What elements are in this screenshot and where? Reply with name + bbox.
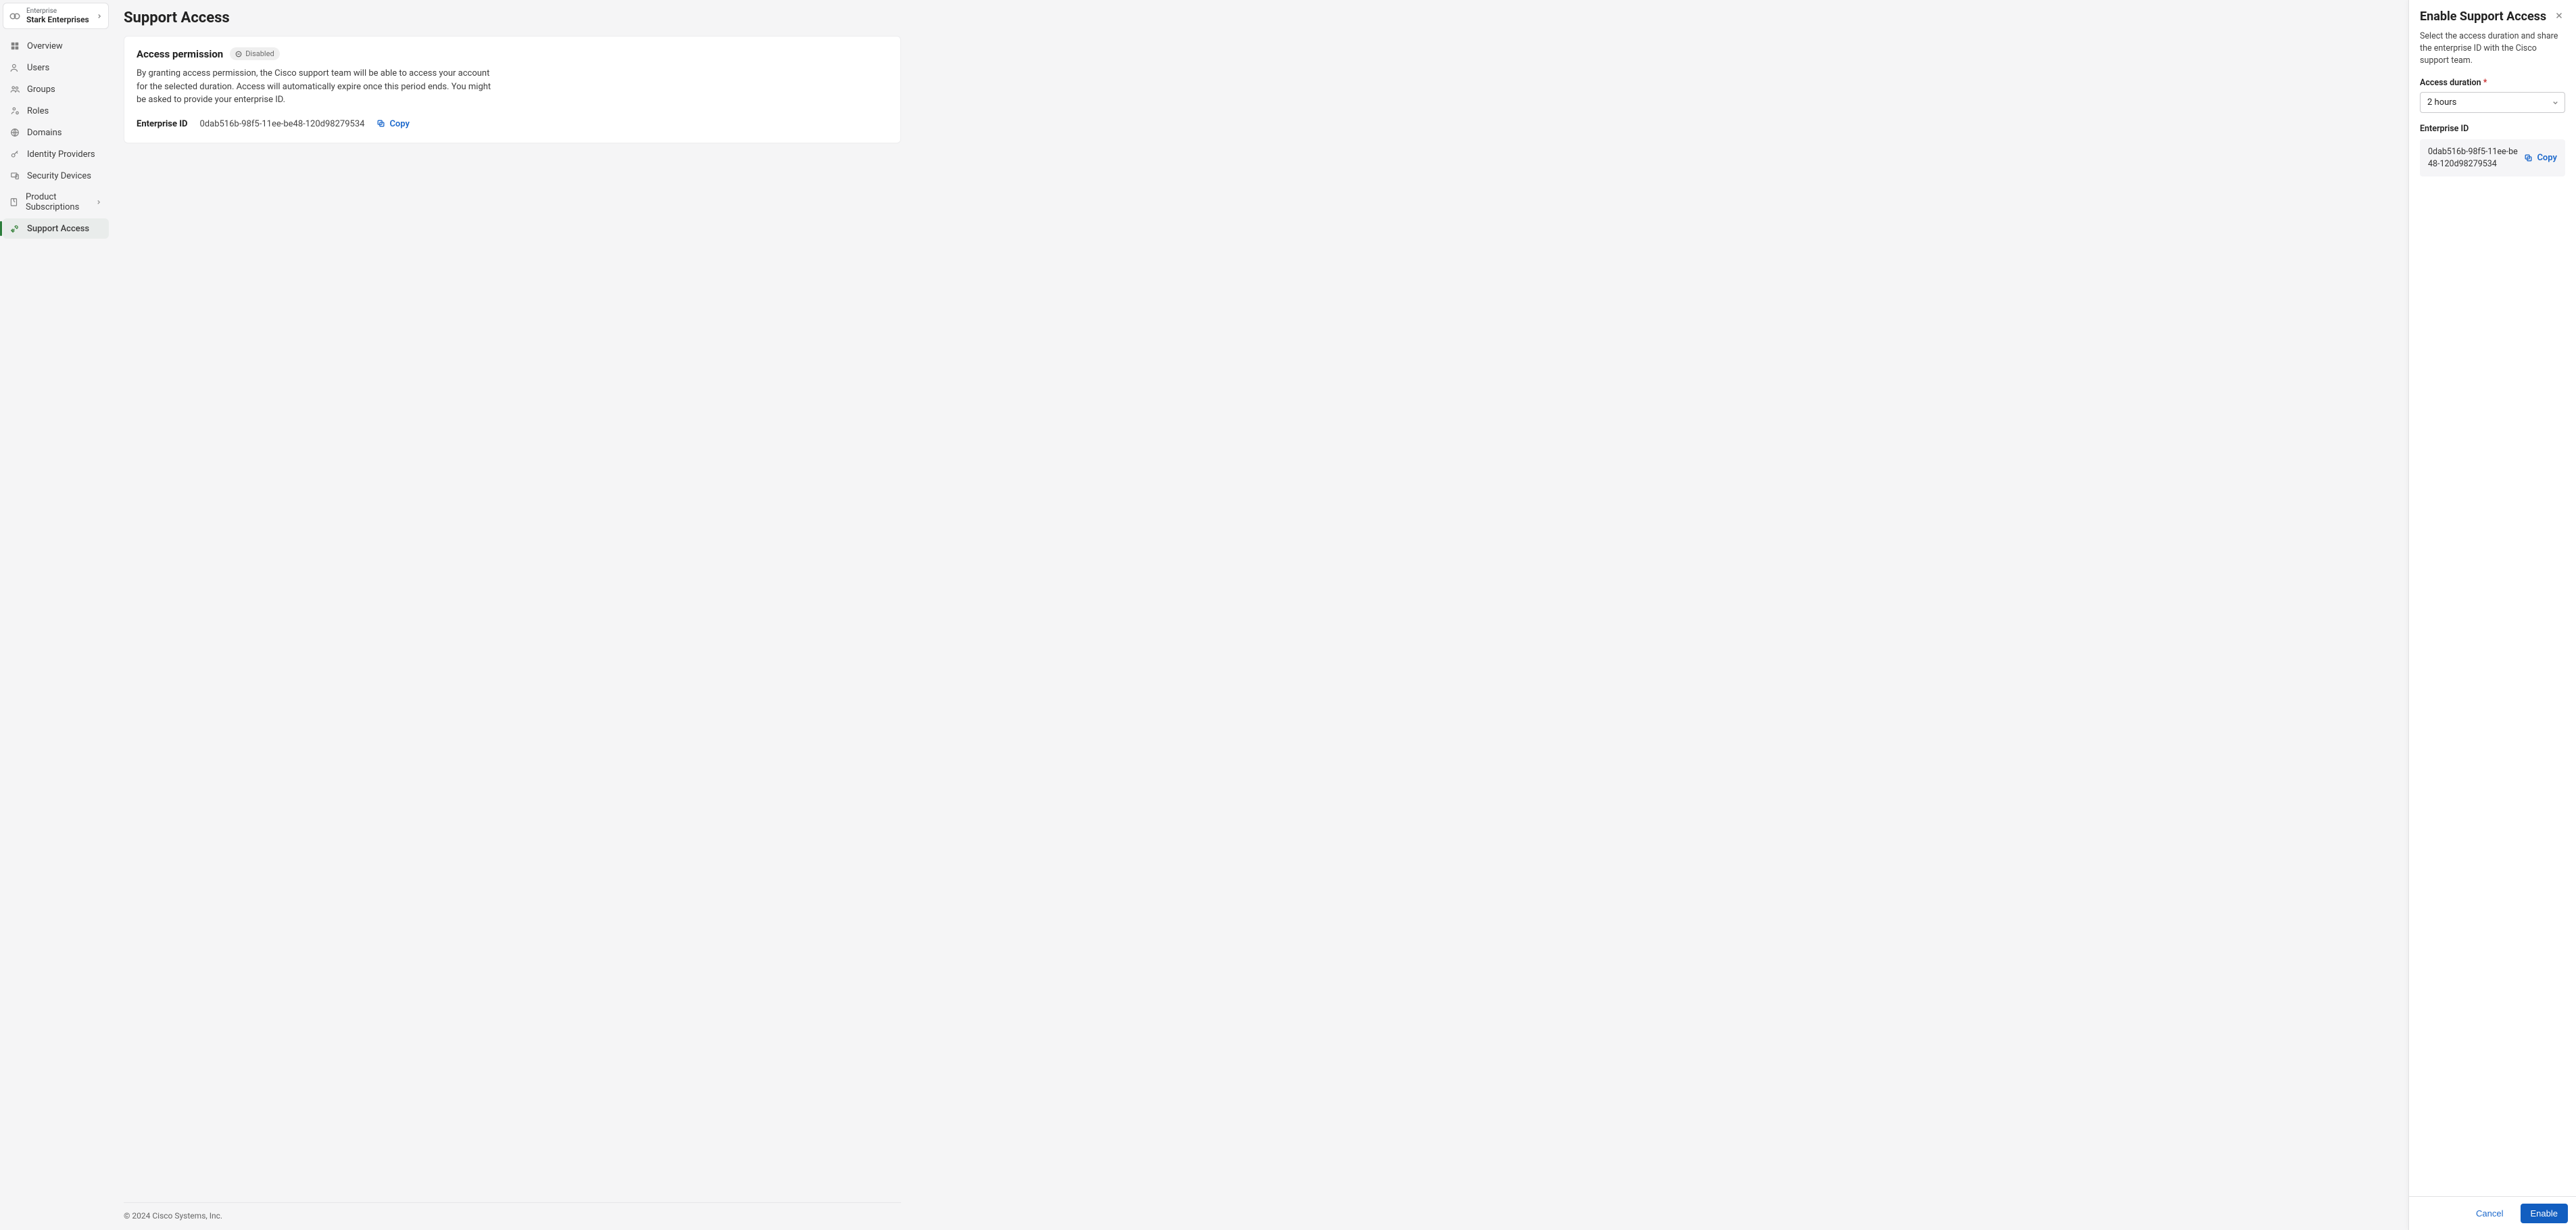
drawer-title: Enable Support Access	[2420, 9, 2548, 24]
key-icon	[9, 149, 20, 160]
copy-icon	[2524, 153, 2533, 163]
copy-button-label: Copy	[389, 119, 410, 129]
org-logo-icon	[9, 10, 21, 22]
tools-icon	[9, 223, 20, 234]
grid-icon	[9, 41, 20, 51]
duration-select[interactable]: 2 hours	[2420, 92, 2565, 113]
footer-text: © 2024 Cisco Systems, Inc.	[124, 1211, 222, 1221]
duration-select-value: 2 hours	[2427, 97, 2456, 108]
close-button[interactable]	[2553, 9, 2565, 22]
drawer-copy-button[interactable]: Copy	[2524, 153, 2557, 163]
footer: © 2024 Cisco Systems, Inc.	[124, 1202, 901, 1230]
drawer-id-label: Enterprise ID	[2420, 124, 2565, 134]
chevron-right-icon	[96, 13, 103, 20]
group-icon	[9, 84, 20, 95]
sidebar: Enterprise Stark Enterprises Overview Us…	[0, 0, 112, 1230]
enterprise-id-label: Enterprise ID	[137, 119, 187, 129]
user-icon	[9, 62, 20, 73]
sidebar-item-label: Identity Providers	[27, 149, 95, 160]
page-title: Support Access	[124, 9, 2396, 26]
copy-button[interactable]: Copy	[376, 119, 410, 129]
sidebar-item-groups[interactable]: Groups	[3, 79, 109, 99]
sidebar-item-domains[interactable]: Domains	[3, 122, 109, 143]
org-name: Stark Enterprises	[26, 15, 91, 24]
sidebar-item-label: Groups	[27, 85, 55, 95]
enable-support-access-drawer: Enable Support Access Select the access …	[2408, 0, 2576, 1230]
copy-icon	[376, 119, 386, 128]
chevron-right-icon	[95, 199, 102, 206]
card-title: Access permission	[137, 48, 223, 60]
sidebar-item-security-devices[interactable]: Security Devices	[3, 166, 109, 186]
sidebar-item-support-access[interactable]: Support Access	[3, 218, 109, 239]
minus-circle-icon	[235, 51, 242, 57]
role-icon	[9, 105, 20, 116]
main: Support Access Access permission Disable…	[112, 0, 2408, 1230]
sidebar-item-label: Support Access	[27, 224, 89, 234]
sidebar-item-roles[interactable]: Roles	[3, 101, 109, 121]
chevron-down-icon	[2552, 99, 2559, 106]
globe-icon	[9, 127, 20, 138]
sidebar-item-users[interactable]: Users	[3, 57, 109, 78]
duration-label: Access duration *	[2420, 78, 2565, 88]
nav: Overview Users Groups Roles	[3, 36, 109, 239]
required-indicator: *	[2483, 78, 2487, 88]
cancel-button[interactable]: Cancel	[2466, 1204, 2513, 1223]
sidebar-item-label: Product Subscriptions	[26, 192, 89, 212]
org-label: Enterprise	[26, 7, 91, 15]
card-description: By granting access permission, the Cisco…	[137, 67, 502, 107]
drawer-id-value: 0dab516b-98f5-11ee-be48-120d98279534	[2428, 146, 2519, 170]
drawer-id-box: 0dab516b-98f5-11ee-be48-120d98279534 Cop…	[2420, 139, 2565, 176]
sidebar-item-product-subscriptions[interactable]: Product Subscriptions	[3, 187, 109, 217]
sidebar-item-overview[interactable]: Overview	[3, 36, 109, 56]
device-icon	[9, 170, 20, 181]
enable-button[interactable]: Enable	[2521, 1204, 2568, 1223]
access-permission-card: Access permission Disabled By granting a…	[124, 36, 901, 143]
subscription-icon	[9, 197, 19, 208]
sidebar-item-identity-providers[interactable]: Identity Providers	[3, 144, 109, 164]
sidebar-item-label: Overview	[27, 41, 63, 51]
sidebar-item-label: Roles	[27, 106, 49, 116]
drawer-description: Select the access duration and share the…	[2420, 30, 2565, 67]
close-icon	[2554, 11, 2564, 20]
sidebar-item-label: Security Devices	[27, 171, 91, 181]
enterprise-id-value: 0dab516b-98f5-11ee-be48-120d98279534	[199, 119, 364, 129]
sidebar-item-label: Users	[27, 63, 49, 73]
org-switcher[interactable]: Enterprise Stark Enterprises	[3, 3, 109, 29]
sidebar-item-label: Domains	[27, 128, 62, 138]
drawer-copy-label: Copy	[2537, 153, 2557, 163]
status-badge-text: Disabled	[245, 49, 274, 58]
status-badge: Disabled	[230, 47, 279, 60]
